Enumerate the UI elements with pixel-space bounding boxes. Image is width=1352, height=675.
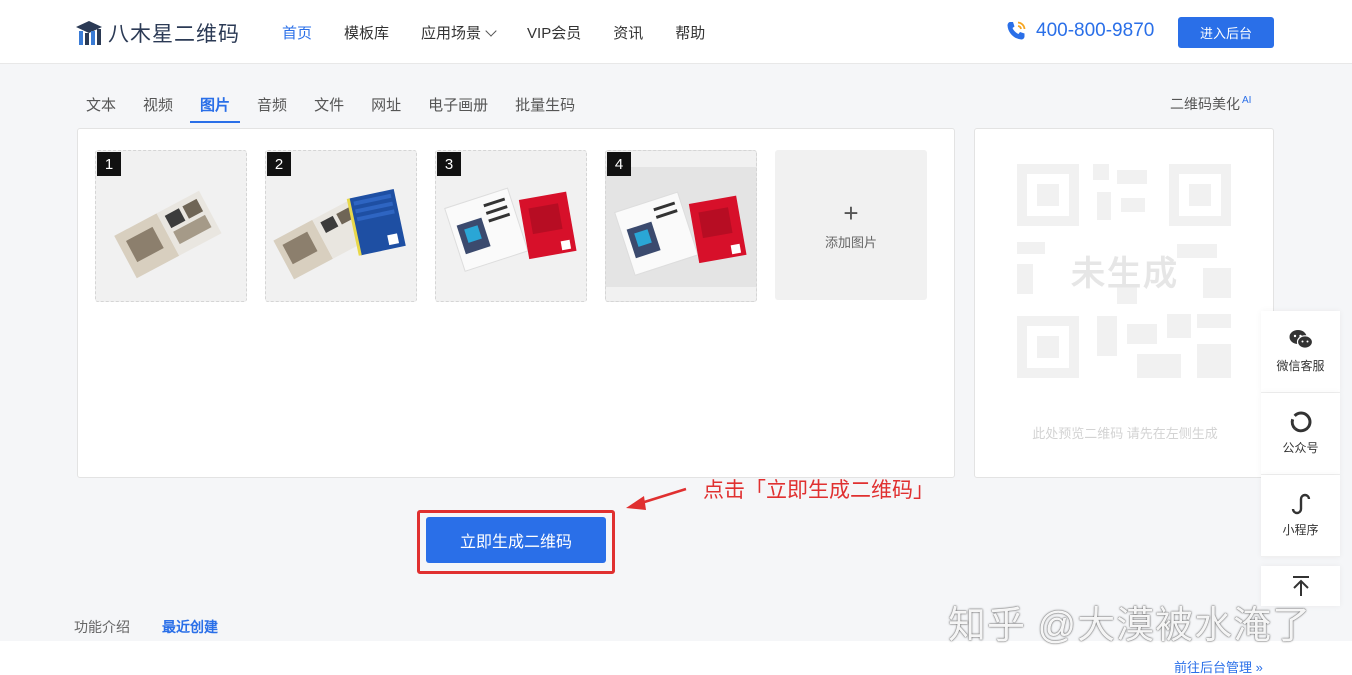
- phone-contact: 400-800-9870: [1004, 19, 1154, 43]
- wechat-icon: [1289, 330, 1313, 349]
- site-logo[interactable]: 八木星二维码: [74, 18, 240, 48]
- enter-admin-button[interactable]: 进入后台: [1178, 17, 1274, 48]
- content-type-tabs: 文本 视频 图片 音频 文件 网址 电子画册 批量生码: [76, 94, 592, 123]
- image-number-badge: 2: [267, 152, 291, 176]
- nav-label: 模板库: [344, 25, 390, 42]
- image-number-badge: 1: [97, 152, 121, 176]
- tab-batch[interactable]: 批量生码: [505, 94, 585, 123]
- wechat-service-button[interactable]: 微信客服: [1261, 311, 1340, 393]
- tab-album[interactable]: 电子画册: [418, 94, 498, 123]
- image-thumbnail[interactable]: 4: [605, 150, 757, 302]
- image-thumbnail[interactable]: 2: [265, 150, 417, 302]
- tab-feature-intro[interactable]: 功能介绍: [74, 617, 130, 643]
- nav-help[interactable]: 帮助: [675, 22, 705, 43]
- chevron-down-icon: [485, 24, 497, 37]
- logo-icon: [76, 21, 102, 45]
- mini-program-button[interactable]: 小程序: [1261, 475, 1340, 557]
- nav-vip[interactable]: VIP会员: [527, 22, 581, 43]
- logo-text: 八木星二维码: [108, 23, 240, 46]
- side-item-label: 微信客服: [1276, 359, 1325, 373]
- add-image-label: 添加图片: [824, 234, 877, 250]
- image-number-badge: 3: [437, 152, 461, 176]
- nav-label: VIP会员: [527, 25, 582, 42]
- tab-audio[interactable]: 音频: [247, 94, 297, 123]
- nav-label: 资讯: [613, 25, 644, 42]
- nav-label: 应用场景: [421, 25, 482, 42]
- beautify-label: 二维码美化: [1170, 96, 1240, 112]
- nav-news[interactable]: 资讯: [613, 22, 643, 43]
- nav-home[interactable]: 首页: [282, 22, 312, 43]
- nav-label: 首页: [282, 25, 313, 42]
- image-number-badge: 4: [607, 152, 631, 176]
- ai-badge: AI: [1242, 95, 1252, 107]
- qr-preview-panel: 未生成 此处预览二维码 请先在左侧生成: [974, 128, 1274, 478]
- goto-admin-link[interactable]: 前往后台管理 »: [1174, 657, 1263, 675]
- zhihu-watermark: 知乎 @大漠被水淹了: [948, 605, 1312, 647]
- side-item-label: 小程序: [1282, 523, 1319, 537]
- image-thumbnail[interactable]: 1: [95, 150, 247, 302]
- phone-icon: [1007, 21, 1026, 40]
- nav-templates[interactable]: 模板库: [344, 22, 389, 43]
- nav-scenarios[interactable]: 应用场景: [421, 22, 497, 43]
- tab-text[interactable]: 文本: [76, 94, 126, 123]
- official-account-icon: [1290, 411, 1311, 433]
- tab-recent-created[interactable]: 最近创建: [162, 617, 218, 643]
- main-nav: 首页 模板库 应用场景 VIP会员 资讯 帮助: [282, 22, 737, 43]
- bottom-tabs: 功能介绍 最近创建: [74, 617, 250, 643]
- image-upload-panel: 1 2 3 4 + 添加图片: [77, 128, 955, 478]
- arrow-icon: [626, 487, 687, 510]
- mini-program-icon: [1291, 493, 1310, 515]
- phone-number: 400-800-9870: [1036, 20, 1155, 41]
- instruction-annotation: 点击「立即生成二维码」: [703, 479, 934, 502]
- top-header: 八木星二维码 首页 模板库 应用场景 VIP会员 资讯 帮助 400-800-9…: [0, 0, 1352, 64]
- plus-icon: +: [843, 197, 859, 228]
- official-account-button[interactable]: 公众号: [1261, 393, 1340, 475]
- tab-file[interactable]: 文件: [304, 94, 354, 123]
- not-generated-label: 未生成: [1071, 255, 1179, 293]
- preview-tip: 此处预览二维码 请先在左侧生成: [1032, 426, 1218, 441]
- side-item-label: 公众号: [1282, 441, 1319, 455]
- tab-url[interactable]: 网址: [361, 94, 411, 123]
- image-thumbnail[interactable]: 3: [435, 150, 587, 302]
- nav-label: 帮助: [675, 25, 706, 42]
- floating-sidebar: 微信客服 公众号 小程序: [1261, 311, 1340, 557]
- qr-beautify-link[interactable]: 二维码美化 AI: [1170, 94, 1251, 114]
- generate-qr-button[interactable]: 立即生成二维码: [426, 517, 606, 563]
- tab-video[interactable]: 视频: [133, 94, 183, 123]
- add-image-button[interactable]: + 添加图片: [775, 150, 927, 300]
- tab-image[interactable]: 图片: [190, 94, 241, 123]
